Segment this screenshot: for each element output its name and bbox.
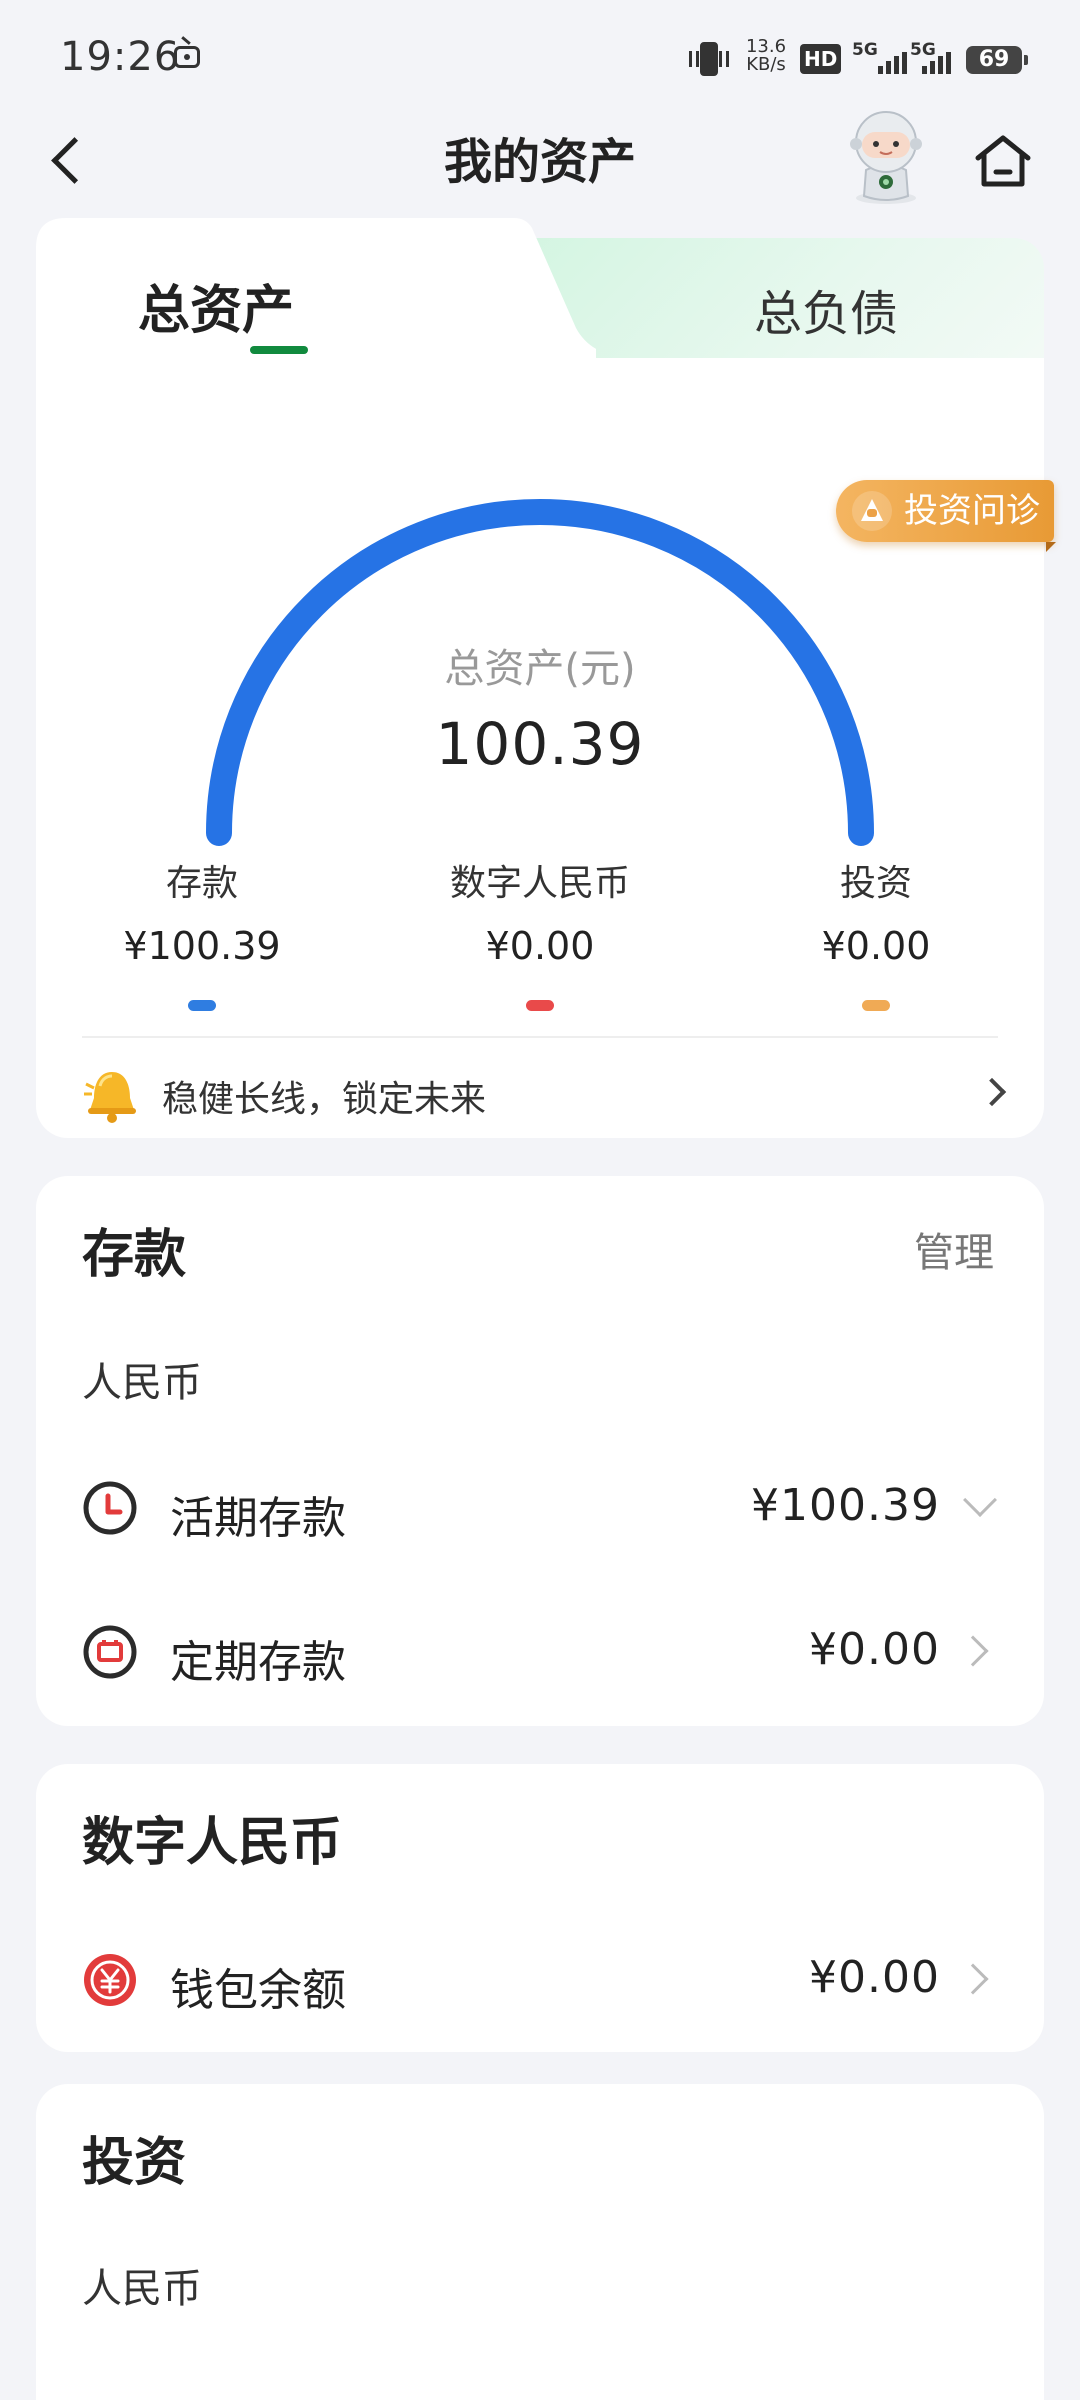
header: 我的资产 [0,110,1080,210]
golden-bell-icon [84,1072,136,1123]
row-label: 活期存款 [170,1493,346,1544]
active-tab-indicator [250,346,308,354]
category-name: 存款 [165,863,238,904]
wallet-balance-row[interactable]: 钱包余额 ¥0.00 [82,1942,998,2022]
fixed-deposit-row[interactable]: 定期存款 ¥0.00 [82,1614,998,1694]
slogan-banner[interactable]: 稳健长线，锁定未来 [82,1052,1012,1132]
manage-link[interactable]: 管理 [914,1220,994,1278]
row-label: 钱包余额 [170,1965,346,2016]
currency-label: 人民币 [82,1360,202,1406]
asset-overview-card: 总资产 总负债 总资产(元) 100.39 投资问诊 存款 ¥100.39 数字… [36,218,1056,1138]
network-type-sim2: 5G [910,40,936,60]
yuan-icon [84,1954,136,2006]
category-value: ¥100.39 [123,924,281,968]
category-value: ¥0.00 [485,924,595,968]
network-type-sim1: 5G [852,40,878,60]
chevron-right-icon [957,1963,989,1995]
home-button[interactable] [970,128,1036,194]
category-color-dot [188,1000,216,1011]
deposits-title: 存款 [82,1225,187,1285]
divider [82,1036,998,1038]
category-name: 投资 [839,863,912,904]
chevron-right-icon [977,1077,1007,1107]
total-asset-value: 100.39 [435,710,645,778]
chevron-down-icon[interactable] [963,1483,997,1517]
row-value: ¥0.00 [809,1952,940,2003]
digital-rmb-title: 数字人民币 [82,1813,343,1873]
battery-icon: 69 [966,46,1028,74]
category-value: ¥0.00 [821,924,931,968]
category-color-dot [526,1000,554,1011]
invest-diagnosis-label: 投资问诊 [904,491,1040,531]
invest-diagnosis-button[interactable]: 投资问诊 [836,480,1056,552]
network-speed: 13.6 KB/s [740,38,792,74]
tab-total-assets[interactable]: 总资产 [36,268,396,343]
investment-title: 投资 [82,2133,187,2193]
row-value: ¥100.39 [751,1480,940,1531]
clock-icon [83,1481,137,1535]
status-bar: 19:26 13.6 KB/s HD 5G 5G 69 [0,0,1080,110]
category-deposits[interactable]: 存款 ¥100.39 [52,854,352,1011]
vibrate-icon [689,42,729,76]
row-label: 定期存款 [170,1637,346,1688]
slogan-text: 稳健长线，锁定未来 [162,1079,487,1120]
robot-avatar[interactable] [836,104,936,208]
bell-icon [852,491,892,531]
demand-deposit-row[interactable]: 活期存款 ¥100.39 [82,1470,998,1550]
category-investment[interactable]: 投资 ¥0.00 [726,854,1026,1011]
investment-card: 投资 人民币 [36,2084,1044,2400]
chevron-right-icon [957,1635,989,1667]
tab-total-debt[interactable]: 总负债 [676,274,976,344]
category-name: 数字人民币 [449,863,630,904]
category-digital-rmb[interactable]: 数字人民币 ¥0.00 [390,854,690,1011]
deposits-card: 存款 管理 人民币 活期存款 ¥100.39 定期存款 ¥0.00 [36,1176,1044,1726]
calendar-icon [83,1625,137,1679]
category-color-dot [862,1000,890,1011]
currency-label: 人民币 [82,2266,202,2312]
tv-icon [174,46,200,68]
signal-icon-sim2: 5G [910,40,966,76]
hd-icon: HD [800,44,842,74]
network-speed-unit: KB/s [746,54,786,75]
status-time: 19:26 [60,34,181,80]
row-value: ¥0.00 [809,1624,940,1675]
signal-icon-sim1: 5G [852,40,908,76]
digital-rmb-card: 数字人民币 钱包余额 ¥0.00 [36,1764,1044,2052]
home-icon [975,135,1031,187]
gauge-label: 总资产(元) [444,646,636,692]
